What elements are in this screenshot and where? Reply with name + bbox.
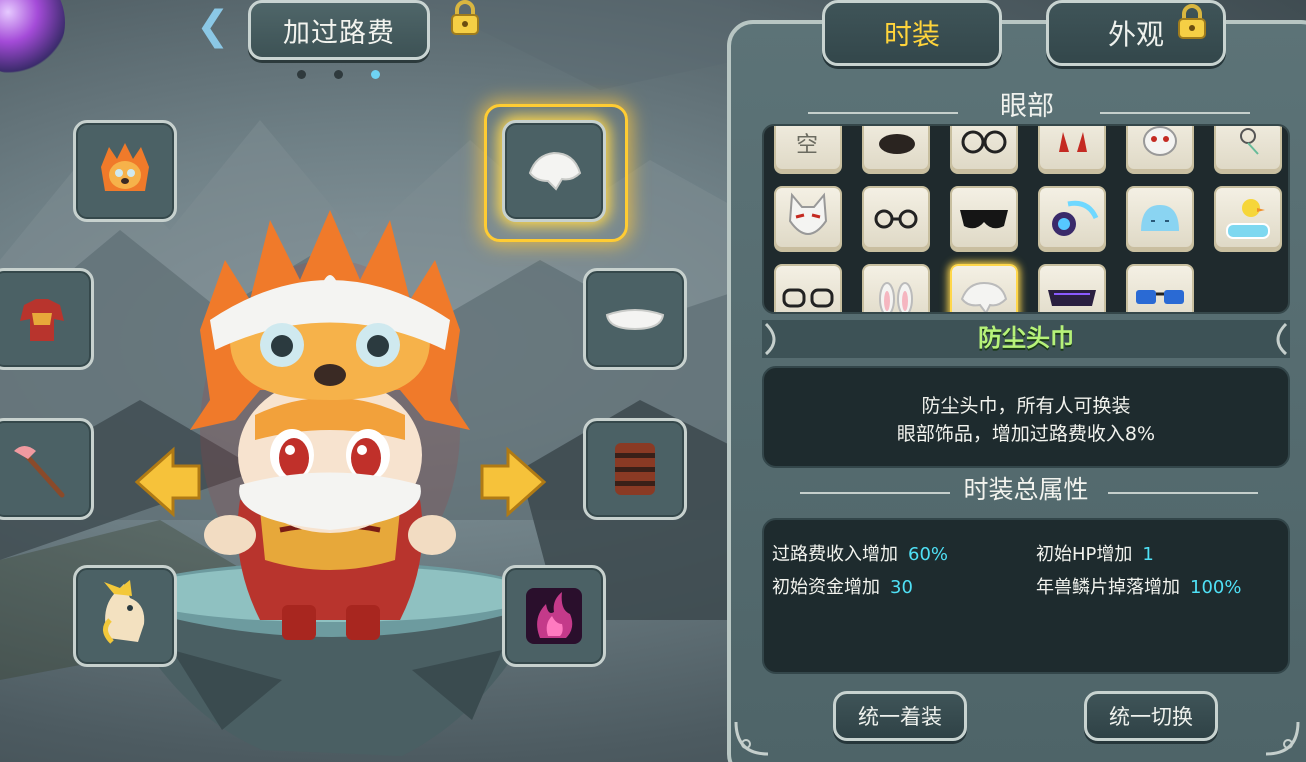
slot-mount[interactable]	[73, 565, 177, 667]
item-grid: 空	[762, 124, 1290, 314]
round-glasses-icon	[874, 209, 918, 229]
duck-goggles-icon	[1226, 199, 1270, 239]
swirl-glasses-icon	[961, 130, 1007, 154]
tab-appearance-label: 外观	[1107, 18, 1164, 51]
item-cell[interactable]: 空	[774, 126, 842, 174]
divider	[1100, 112, 1250, 114]
switch-all-button[interactable]: 统一切换	[1084, 691, 1218, 741]
item-cell[interactable]	[1126, 126, 1194, 174]
lock-icon	[451, 0, 479, 35]
white-scarf-icon	[605, 309, 665, 331]
item-cell[interactable]	[862, 264, 930, 312]
headscarf-icon	[528, 151, 582, 191]
item-description: 防尘头巾，所有人可换装 眼部饰品，增加过路费收入8%	[762, 366, 1290, 468]
monocle-icon	[1240, 128, 1259, 155]
corner-ornament	[1265, 721, 1300, 756]
item-cell[interactable]	[1038, 126, 1106, 174]
item-cell[interactable]	[862, 126, 930, 174]
attribute-label: 年兽鳞片掉落增加	[1036, 577, 1180, 598]
item-cell[interactable]	[950, 126, 1018, 174]
attribute-value: 30	[890, 577, 913, 598]
tab-lock-icon	[1178, 4, 1206, 39]
attribute-label: 过路费收入增加	[772, 544, 898, 565]
slot-accessory[interactable]	[583, 268, 687, 370]
blue-slime-icon	[1141, 205, 1179, 231]
attribute-row: 年兽鳞片掉落增加 100%	[1036, 573, 1241, 599]
white-mask-icon	[1143, 126, 1177, 156]
page-title: 加过路费	[248, 0, 430, 60]
black-shades-icon	[960, 210, 1008, 229]
item-name: 防尘头巾	[978, 324, 1074, 352]
barrel-box-icon	[615, 443, 655, 495]
fox-mask-icon	[788, 192, 828, 235]
attribute-label: 初始资金增加	[772, 577, 880, 598]
item-cell[interactable]	[1126, 264, 1194, 312]
previous-arrow-icon[interactable]	[133, 446, 203, 518]
item-cell[interactable]	[1038, 264, 1106, 312]
attribute-label: 初始HP增加	[1036, 544, 1133, 565]
item-cell[interactable]	[950, 186, 1018, 252]
item-cell[interactable]	[1214, 126, 1282, 174]
tab-fashion[interactable]: 时装	[822, 0, 1002, 66]
back-arrow-icon[interactable]: ❮	[196, 6, 230, 46]
bunny-ears-icon	[879, 282, 913, 312]
purple-flame-icon	[526, 588, 582, 644]
attribute-row: 过路费收入增加 60%	[772, 540, 948, 566]
page-dot-active[interactable]	[371, 70, 380, 79]
headscarf-icon	[960, 281, 1008, 312]
lion-head-icon	[101, 143, 149, 191]
attribute-row: 初始资金增加 30	[772, 573, 913, 599]
item-cell[interactable]	[1126, 186, 1194, 252]
page-dot[interactable]	[297, 70, 306, 79]
svg-text:空: 空	[796, 133, 818, 156]
item-cell[interactable]	[862, 186, 930, 252]
character-avatar	[190, 210, 470, 640]
slot-weapon[interactable]	[0, 418, 94, 520]
item-cell[interactable]	[1214, 186, 1282, 252]
item-cell[interactable]	[774, 264, 842, 312]
description-line: 防尘头巾，所有人可换装	[921, 395, 1131, 417]
devil-horns-icon	[1059, 132, 1087, 152]
slot-eyewear-selected[interactable]	[502, 120, 606, 222]
category-title: 眼部	[1000, 91, 1054, 122]
attribute-value: 1	[1142, 544, 1154, 565]
slot-outfit[interactable]	[0, 268, 94, 370]
glyph-mask-icon: 空	[796, 133, 818, 156]
eyepatch-icon	[879, 134, 915, 154]
page-dot[interactable]	[334, 70, 343, 79]
slot-effect[interactable]	[502, 565, 606, 667]
golden-steed-icon	[103, 580, 145, 644]
armor-icon	[20, 299, 64, 341]
attribute-value: 60%	[908, 544, 949, 565]
item-cell[interactable]	[1038, 186, 1106, 252]
dark-visor-icon	[1048, 290, 1096, 306]
wear-all-button[interactable]: 统一着装	[833, 691, 967, 741]
next-arrow-icon[interactable]	[478, 446, 548, 518]
divider	[808, 112, 958, 114]
attribute-value: 100%	[1190, 577, 1242, 598]
black-frame-glasses-icon	[782, 288, 834, 308]
item-cell-selected-headscarf[interactable]	[950, 264, 1018, 312]
description-line: 眼部饰品，增加过路费收入8%	[896, 423, 1156, 445]
blue-glasses-icon	[1136, 290, 1184, 304]
page-indicator	[297, 70, 380, 79]
slot-backpack[interactable]	[583, 418, 687, 520]
slot-headgear[interactable]	[73, 120, 177, 222]
attributes-title: 时装总属性	[963, 475, 1089, 504]
item-cell[interactable]	[774, 186, 842, 252]
cyber-visor-icon	[1052, 200, 1099, 236]
staff-icon	[14, 446, 65, 498]
attributes-box: 过路费收入增加 60% 初始HP增加 1 初始资金增加 30 年兽鳞片掉落增加 100%	[762, 518, 1290, 674]
corner-ornament	[734, 721, 769, 756]
attribute-row: 初始HP增加 1	[1036, 540, 1154, 566]
